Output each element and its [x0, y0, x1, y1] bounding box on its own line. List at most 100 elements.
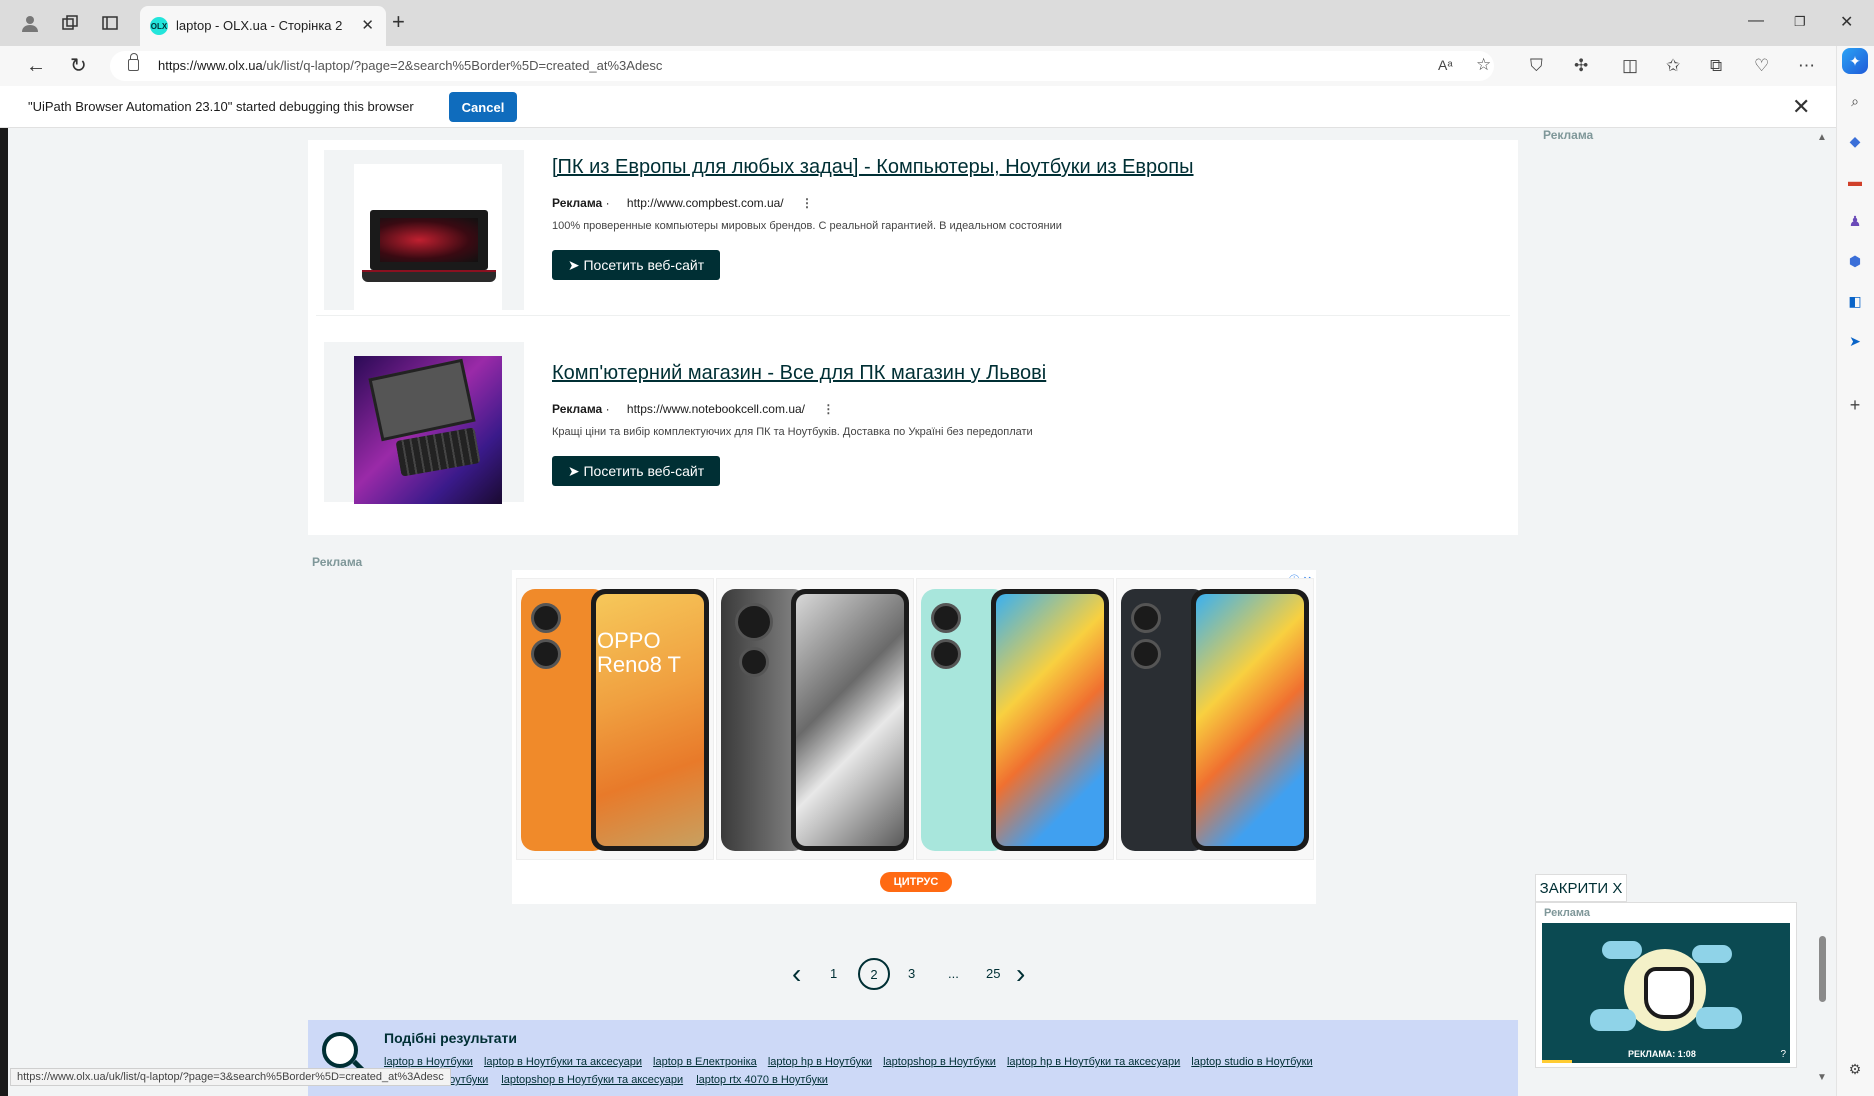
workspaces-icon[interactable]: [58, 11, 82, 35]
url-field[interactable]: https://www.olx.ua/uk/list/q-laptop/?pag…: [110, 51, 1494, 81]
collections-icon[interactable]: ⧉: [1710, 56, 1722, 76]
ad-more-options-icon[interactable]: ⋮: [801, 196, 813, 210]
right-ad-label: Реклама: [1543, 128, 1594, 142]
page-25-link[interactable]: 25: [986, 966, 1000, 981]
ad-meta: Реклама · https://www.notebookcell.com.u…: [552, 402, 835, 416]
browser-essentials-icon[interactable]: ♡: [1754, 56, 1769, 76]
restore-icon[interactable]: ❐: [1794, 14, 1806, 30]
ad-site-url[interactable]: https://www.notebookcell.com.ua/: [627, 402, 805, 416]
laptop-screen: [370, 210, 488, 270]
url-text: https://www.olx.ua/uk/list/q-laptop/?pag…: [158, 58, 663, 73]
visit-website-button[interactable]: ➤ Посетить веб-сайт: [552, 250, 720, 280]
add-sidebar-app-icon[interactable]: +: [1846, 395, 1864, 415]
extensions-icon[interactable]: ✣: [1574, 56, 1588, 76]
scroll-up-arrow-icon[interactable]: ▲: [1817, 132, 1827, 143]
scrollbar-thumb[interactable]: [1819, 936, 1826, 1002]
edge-sidebar: [1836, 46, 1874, 1096]
ad-sponsored-label: Реклама: [552, 402, 603, 416]
ad-title-link[interactable]: [ПК из Европы для любых задач] - Компьют…: [552, 156, 1194, 179]
video-ad-label: Реклама: [1544, 907, 1591, 919]
window-close-icon[interactable]: ✕: [1840, 12, 1853, 32]
phone-card-silver[interactable]: [716, 578, 914, 860]
left-edge-strip: [0, 128, 8, 1096]
split-screen-icon[interactable]: ◫: [1622, 56, 1638, 76]
sidebar-settings-gear-icon[interactable]: ⚙: [1846, 1060, 1864, 1078]
read-aloud-icon[interactable]: Aᵃ: [1438, 57, 1453, 73]
tracking-shield-icon[interactable]: ⛉: [1530, 56, 1543, 76]
favorite-star-icon[interactable]: ☆: [1476, 55, 1491, 75]
outlook-icon[interactable]: ◧: [1846, 292, 1864, 310]
camera-lens: [739, 647, 769, 677]
microsoft365-icon[interactable]: ⬢: [1846, 252, 1864, 270]
shopping-tag-icon[interactable]: ◆: [1846, 132, 1864, 150]
similar-link[interactable]: laptopshop в Ноутбуки: [883, 1056, 996, 1068]
phone-card-black[interactable]: [1116, 578, 1314, 860]
phone-card-mint[interactable]: [916, 578, 1114, 860]
similar-results: Подібні результати laptop в Ноутбуки lap…: [308, 1020, 1518, 1096]
ad-sponsored-label: Реклама: [552, 196, 603, 210]
ad-title-link[interactable]: Комп'ютерний магазин - Все для ПК магази…: [552, 362, 1046, 385]
laptop-keyboard-image[interactable]: [354, 356, 502, 504]
cartoon-character: [1624, 949, 1706, 1031]
tab-strip: OLX laptop - OLX.ua - Сторінка 2 ✕ + — ❐…: [0, 0, 1874, 46]
tab-actions-icon[interactable]: [98, 11, 122, 35]
debug-infobar: "UiPath Browser Automation 23.10" starte…: [0, 86, 1836, 128]
cloud-shape: [1696, 1007, 1742, 1029]
ad-more-options-icon[interactable]: ⋮: [822, 402, 834, 416]
similar-link[interactable]: laptopshop в Ноутбуки та аксесуари: [501, 1074, 683, 1086]
laptop-base: [362, 270, 496, 282]
favorites-icon[interactable]: ✩: [1666, 56, 1680, 76]
profile-icon[interactable]: [18, 11, 42, 35]
ad-description: Кращі ціни та вибір комплектуючих для ПК…: [552, 426, 1033, 438]
page-scrollbar[interactable]: ▲ ▼: [1814, 128, 1830, 1096]
tools-briefcase-icon[interactable]: ▬: [1846, 172, 1864, 190]
laptop-image[interactable]: [354, 164, 502, 312]
video-ad-timer: РЕКЛАМА: 1:08: [1628, 1049, 1696, 1059]
phone-banner-ad[interactable]: ⓘ ✕ OPPO Reno8 T: [512, 570, 1316, 904]
ad-image-frame: [324, 342, 524, 504]
search-icon[interactable]: ⌕: [1846, 92, 1864, 110]
similar-link[interactable]: laptop rtx 4070 в Ноутбуки: [696, 1074, 828, 1086]
new-tab-icon[interactable]: +: [392, 10, 405, 34]
close-tab-icon[interactable]: ✕: [361, 16, 374, 34]
visit-website-button[interactable]: ➤ Посетить веб-сайт: [552, 456, 720, 486]
similar-link[interactable]: laptop studio в Ноутбуки: [1191, 1056, 1312, 1068]
page-1-link[interactable]: 1: [830, 966, 837, 981]
similar-link[interactable]: laptop в Ноутбуки та аксесуари: [484, 1056, 642, 1068]
video-ad[interactable]: Реклама РЕКЛАМА: 1:08 ?: [1535, 902, 1797, 1068]
similar-links-row: laptop hp в Ноутбуки laptopshop в Ноутбу…: [384, 1074, 838, 1086]
cloud-shape: [1602, 941, 1642, 959]
video-player[interactable]: РЕКЛАМА: 1:08 ?: [1542, 923, 1790, 1063]
citrus-brand-badge[interactable]: ЦИТРУС: [880, 872, 952, 892]
close-video-ad-button[interactable]: ЗАКРИТИ X: [1535, 874, 1627, 902]
minimize-icon[interactable]: —: [1748, 12, 1764, 30]
copilot-icon[interactable]: ✦: [1842, 48, 1868, 74]
similar-link[interactable]: laptop в Електроніка: [653, 1056, 757, 1068]
phone-front: [991, 589, 1109, 851]
page-3-link[interactable]: 3: [908, 966, 915, 981]
back-icon[interactable]: ←: [26, 55, 46, 77]
games-icon[interactable]: ♟: [1846, 212, 1864, 230]
camera-lens: [1131, 639, 1161, 669]
drop-icon[interactable]: ➤: [1846, 332, 1864, 350]
status-bar-url: https://www.olx.ua/uk/list/q-laptop/?pag…: [10, 1068, 451, 1086]
close-infobar-icon[interactable]: ✕: [1792, 94, 1810, 120]
ad-site-url[interactable]: http://www.compbest.com.ua/: [627, 196, 784, 210]
camera-lens: [531, 603, 561, 633]
scroll-down-arrow-icon[interactable]: ▼: [1817, 1072, 1827, 1083]
similar-link[interactable]: laptop hp в Ноутбуки: [768, 1056, 872, 1068]
ad-image-frame: [324, 150, 524, 312]
similar-link[interactable]: laptop в Ноутбуки: [384, 1056, 473, 1068]
refresh-icon[interactable]: ↻: [70, 55, 87, 77]
search-magnifier-icon: [322, 1032, 358, 1068]
tab-olx-laptop[interactable]: OLX laptop - OLX.ua - Сторінка 2 ✕: [140, 6, 386, 46]
prev-page-chevron-icon[interactable]: ‹: [792, 960, 801, 988]
lock-icon: [128, 53, 139, 71]
phone-card-orange[interactable]: OPPO Reno8 T: [516, 578, 714, 860]
help-icon[interactable]: ?: [1780, 1049, 1786, 1060]
similar-link[interactable]: laptop hp в Ноутбуки та аксесуари: [1007, 1056, 1180, 1068]
more-options-icon[interactable]: ⋯: [1798, 56, 1815, 76]
ad-description: 100% проверенные компьютеры мировых брен…: [552, 220, 1062, 232]
next-page-chevron-icon[interactable]: ›: [1016, 960, 1025, 988]
cancel-debug-button[interactable]: Cancel: [449, 92, 517, 122]
